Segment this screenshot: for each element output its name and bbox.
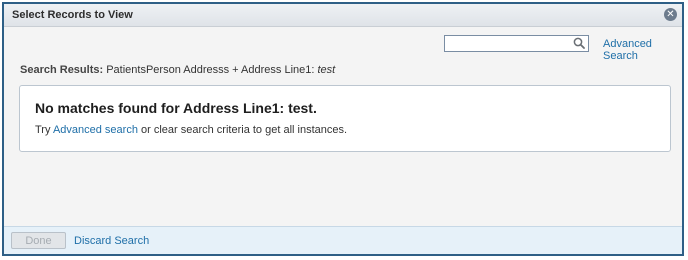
hint-suffix: or clear search criteria to get all inst… [141,124,348,136]
hint-prefix: Try [35,124,51,136]
search-input[interactable] [447,36,567,51]
search-results-term: test [317,64,336,76]
select-records-dialog: Select Records to View ✕ Advanced Search… [2,2,684,256]
advanced-search-link[interactable]: Advanced Search [603,38,682,62]
done-button[interactable]: Done [11,232,66,249]
advanced-search-inline-link[interactable]: Advanced search [53,124,138,136]
dialog-footer: Done Discard Search [4,226,682,254]
close-icon[interactable]: ✕ [664,8,677,21]
search-icon[interactable] [573,37,585,49]
search-results-summary: Search Results: PatientsPerson Addresss … [20,64,335,76]
search-results-label: Search Results: [20,64,104,76]
no-matches-panel: No matches found for Address Line1: test… [19,85,671,152]
dialog-title: Select Records to View [12,9,133,21]
dialog-titlebar: Select Records to View ✕ [4,4,682,27]
search-field[interactable] [444,35,589,52]
discard-search-link[interactable]: Discard Search [74,235,149,247]
no-matches-title: No matches found for Address Line1: test… [35,100,317,116]
no-matches-hint: Try Advanced search or clear search crit… [35,124,347,136]
search-results-criteria: PatientsPerson Addresss + Address Line1: [106,64,315,76]
